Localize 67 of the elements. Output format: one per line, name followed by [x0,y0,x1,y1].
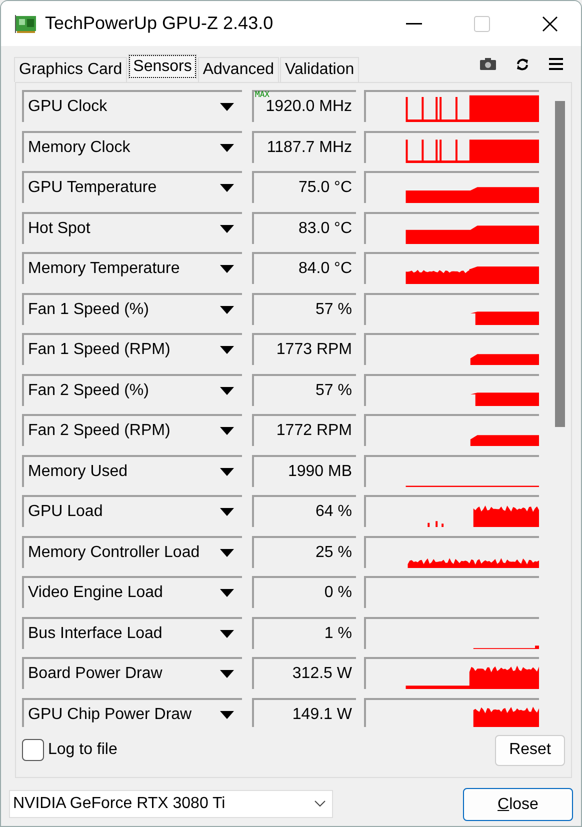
sensor-dropdown[interactable]: Memory Controller Load [22,536,242,568]
tab[interactable]: Advanced [198,57,280,82]
dropdown-arrow-icon [220,346,234,354]
sensor-dropdown[interactable]: Bus Interface Load [22,616,242,648]
checkbox-label[interactable]: Log to file [48,738,118,762]
window-title: TechPowerUp GPU-Z 2.43.0 [45,12,274,35]
dropdown-arrow-icon [220,103,234,111]
max-tag: MAX [255,90,270,100]
dropdown-arrow-icon [220,427,234,435]
dropdown-arrow-icon [220,184,234,192]
sensor-dropdown[interactable]: Memory Temperature [22,252,242,284]
scrollbar-thumb[interactable] [555,101,565,427]
sensor-value: 149.1 W [252,698,356,727]
log-checkbox[interactable] [22,739,44,761]
tab[interactable]: Graphics Card [14,57,128,82]
close-button[interactable]: Close [463,788,573,821]
sensor-dropdown[interactable]: Memory Used [22,454,242,486]
dropdown-arrow-icon [220,508,234,516]
dropdown-arrow-icon [220,548,234,556]
dropdown-arrow-icon [220,265,234,273]
sensor-value: 57 % [252,292,356,324]
sensor-dropdown[interactable]: GPU Load [22,495,242,527]
sensor-dropdown[interactable]: Fan 1 Speed (RPM) [22,333,242,365]
sensor-dropdown[interactable]: GPU Clock [22,90,242,122]
refresh-icon[interactable] [516,58,529,70]
camera-icon[interactable] [480,58,496,70]
sensor-value: 1773 RPM [252,333,356,365]
dropdown-arrow-icon [220,589,234,597]
sensor-dropdown[interactable]: Hot Spot [22,212,242,244]
sensor-dropdown[interactable]: Fan 1 Speed (%) [22,292,242,324]
chevron-icon [314,800,326,807]
sensor-dropdown[interactable]: Fan 2 Speed (%) [22,374,242,406]
close-icon[interactable] [542,16,558,32]
app-icon [15,14,37,34]
sensor-value: 83.0 °C [252,212,356,244]
sensor-value: 25 % [252,536,356,568]
gpu-select[interactable]: NVIDIA GeForce RTX 3080 Ti [9,790,333,818]
dropdown-arrow-icon [220,630,234,638]
tab[interactable]: Sensors [128,54,197,79]
tab[interactable]: Validation [280,57,360,82]
sensor-value: 1187.7 MHz [252,130,356,162]
sensor-value: 312.5 W [252,657,356,689]
dropdown-arrow-icon [220,306,234,314]
reset-button[interactable]: Reset [495,734,565,766]
sensor-value: 84.0 °C [252,252,356,284]
dropdown-arrow-icon [220,670,234,678]
menu-icon[interactable] [549,58,563,70]
dropdown-arrow-icon [220,144,234,152]
sensor-dropdown[interactable]: Memory Clock [22,130,242,162]
sensor-value: 57 % [252,374,356,406]
sensor-value: 75.0 °C [252,171,356,203]
dropdown-arrow-icon [220,224,234,232]
sensor-value: 64 % [252,495,356,527]
dropdown-arrow-icon [220,386,234,394]
sensor-value: 1920.0 MHz MAX [252,90,356,122]
sensor-dropdown[interactable]: Video Engine Load [22,576,242,608]
sensor-dropdown[interactable]: Fan 2 Speed (RPM) [22,414,242,446]
sensor-dropdown[interactable]: Board Power Draw [22,657,242,689]
minimize-icon[interactable] [406,22,422,24]
dropdown-arrow-icon [220,710,234,718]
sensor-value: 1772 RPM [252,414,356,446]
sensor-dropdown[interactable]: GPU Chip Power Draw [22,698,242,727]
sensor-value: 1990 MB [252,454,356,486]
dropdown-arrow-icon [220,468,234,476]
sensor-value: 0 % [252,576,356,608]
sensor-value: 1 % [252,616,356,648]
sensor-dropdown[interactable]: GPU Temperature [22,171,242,203]
